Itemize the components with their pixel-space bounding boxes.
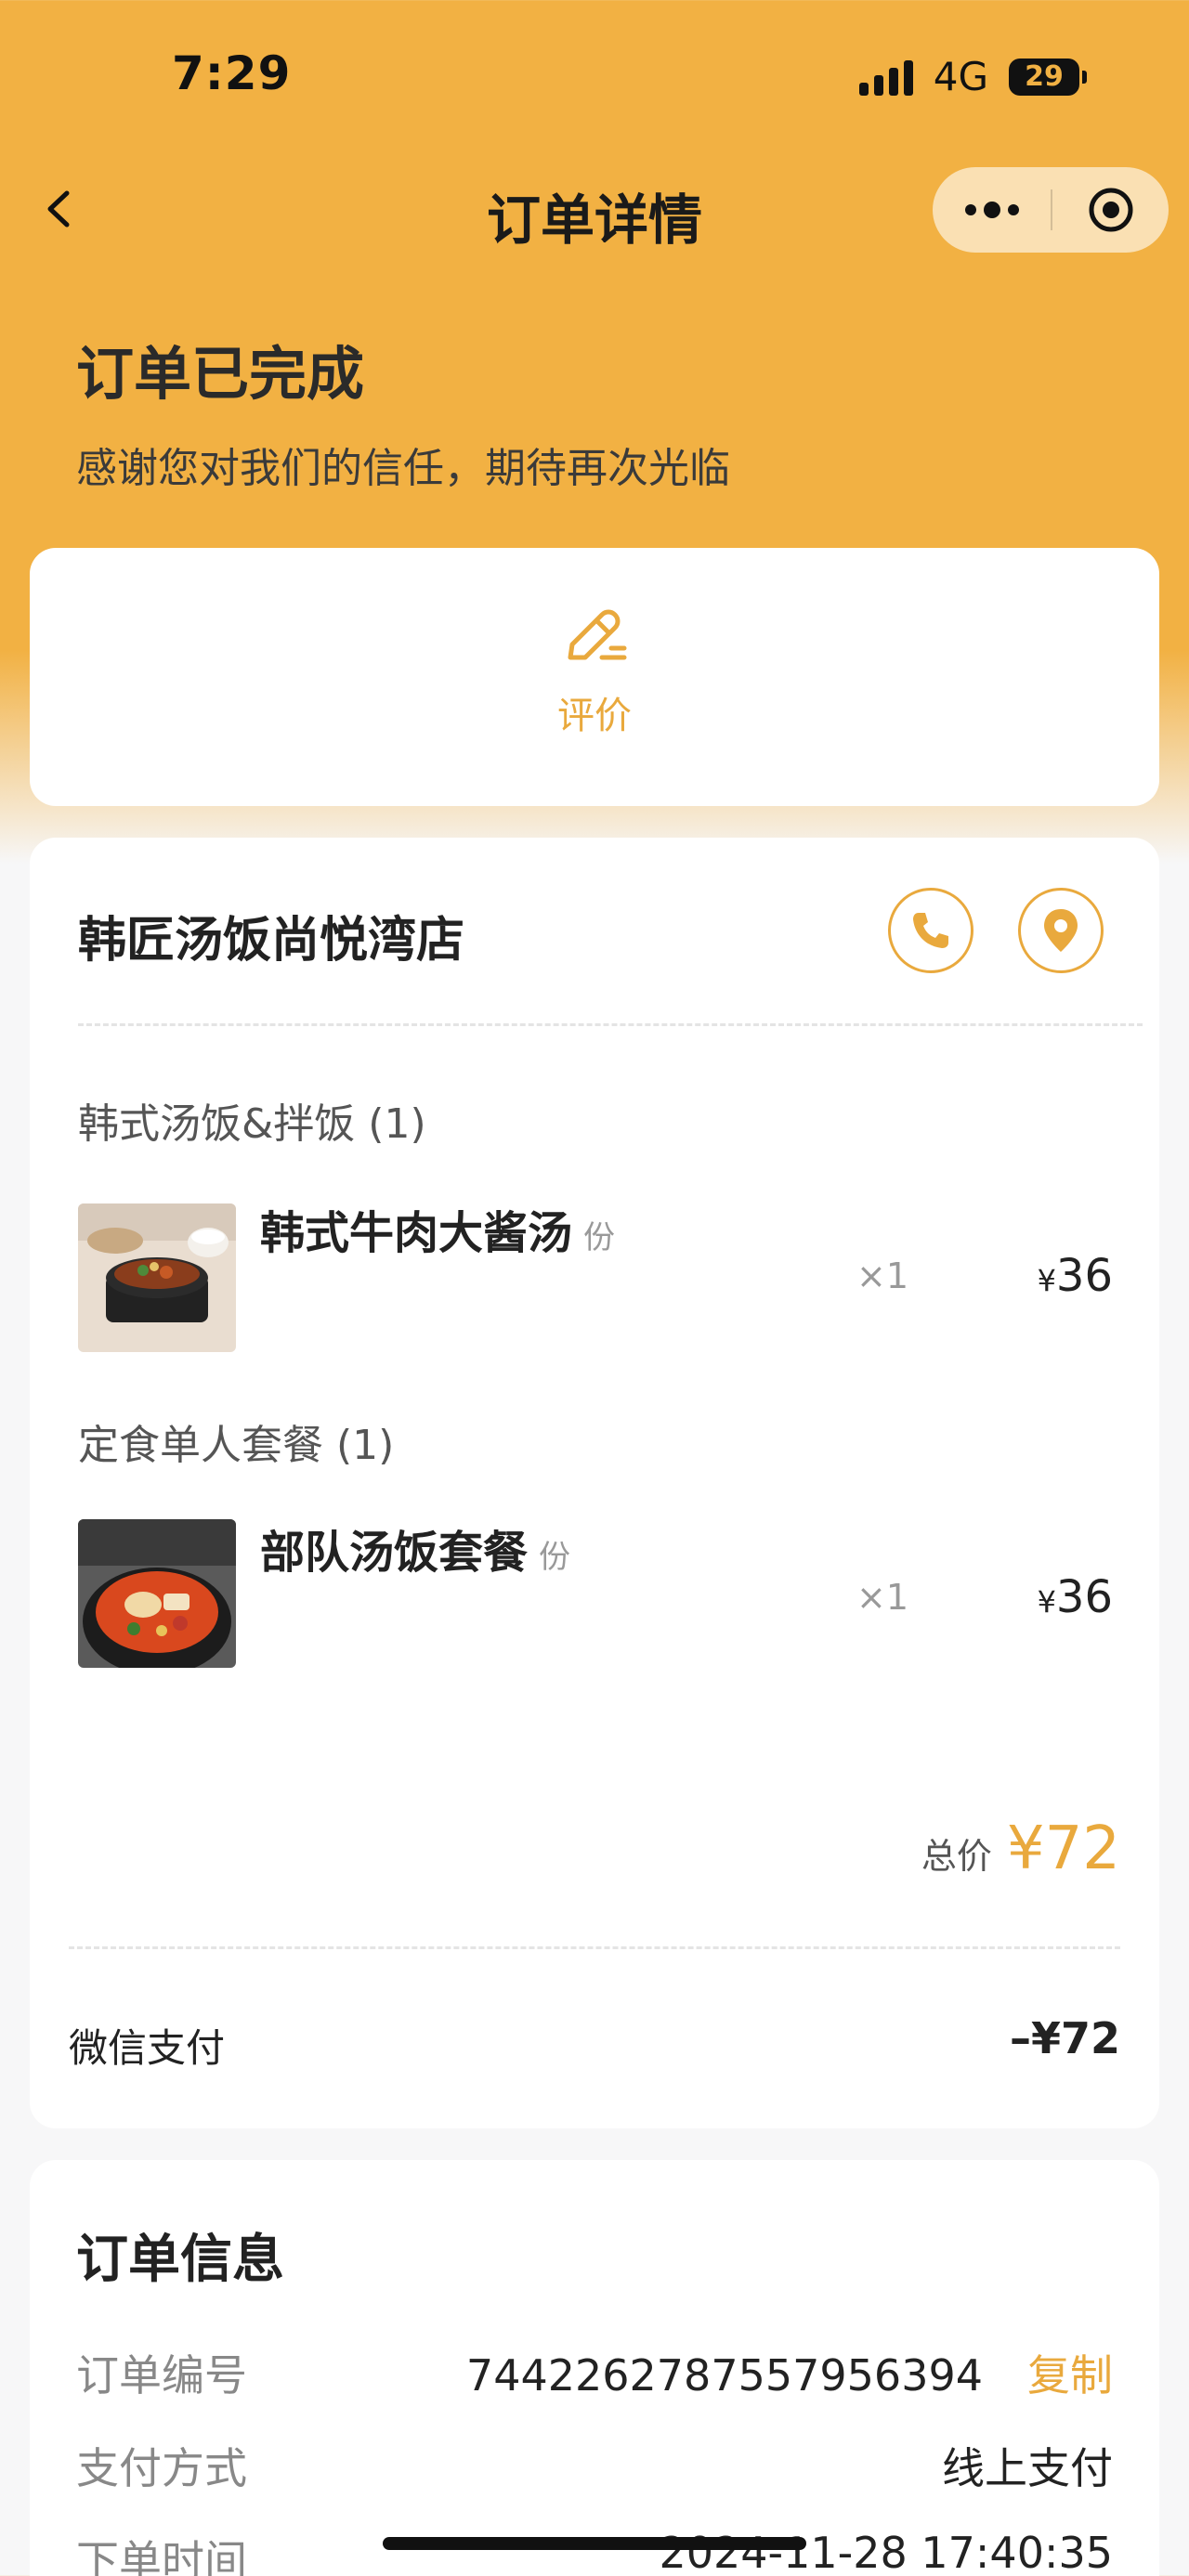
divider: [69, 1946, 1120, 1949]
category-label: 定食单人套餐 (1): [78, 1422, 395, 1469]
location-pin-icon: [1044, 909, 1078, 952]
store-name[interactable]: 韩匠汤饭尚悦湾店: [78, 901, 464, 970]
dish-price: ¥36: [1038, 1571, 1113, 1623]
edit-pen-icon: [568, 609, 627, 660]
more-dots-icon[interactable]: [933, 167, 1051, 253]
currency-symbol: ¥: [1037, 1584, 1056, 1620]
order-status-subtitle: 感谢您对我们的信任，期待再次光临: [76, 445, 730, 492]
category-label: 韩式汤饭&拌饭 (1): [78, 1100, 426, 1148]
review-button[interactable]: 评价: [30, 604, 1159, 739]
review-label: 评价: [557, 695, 632, 737]
total-row: 总价 ¥72: [921, 1815, 1120, 1883]
battery-icon: 29: [1009, 58, 1087, 96]
currency-symbol: ¥: [1037, 1263, 1056, 1298]
dish-unit: 份: [539, 1539, 571, 1576]
dish-quantity: ×1: [856, 1255, 909, 1296]
payment-method-label: 微信支付: [69, 2025, 226, 2071]
status-time: 7:29: [172, 46, 292, 100]
phone-icon: [913, 913, 948, 948]
store-location-button[interactable]: [1018, 888, 1104, 973]
order-number-row: 7442262787557956394 复制: [466, 2342, 1113, 2403]
order-time-label: 下单时间: [76, 2536, 247, 2576]
order-info-card: 订单信息 订单编号 7442262787557956394 复制 支付方式 线上支…: [30, 2160, 1159, 2576]
dish-image-beef-soybean-soup: [78, 1203, 236, 1352]
total-value: ¥72: [1006, 1815, 1120, 1883]
dish-name[interactable]: 韩式牛肉大酱汤份: [260, 1196, 615, 1261]
target-circle-icon[interactable]: [1052, 167, 1169, 253]
call-store-button[interactable]: [888, 888, 973, 973]
dish-quantity: ×1: [856, 1577, 909, 1618]
network-type: 4G: [933, 54, 988, 99]
home-indicator[interactable]: [383, 2537, 806, 2550]
total-label: 总价: [921, 1836, 992, 1877]
divider: [78, 1023, 1143, 1026]
status-bar: 7:29 4G 29: [0, 0, 1189, 158]
review-card: 评价: [30, 548, 1159, 806]
order-status-title: 订单已完成: [76, 340, 365, 408]
dish-name-text: 韩式牛肉大酱汤: [260, 1207, 573, 1259]
dish-price-value: 36: [1055, 1250, 1113, 1302]
order-info-title: 订单信息: [76, 2230, 284, 2290]
status-indicators: 4G 29: [858, 54, 1087, 99]
dish-price: ¥36: [1038, 1250, 1113, 1302]
dish-price-value: 36: [1055, 1571, 1113, 1623]
mini-program-capsule: [933, 167, 1169, 253]
payment-type-value: 线上支付: [942, 2443, 1113, 2493]
nav-bar: 订单详情: [0, 158, 1189, 260]
store-card: 韩匠汤饭尚悦湾店 韩式汤饭&拌饭 (1) 韩式牛肉大酱汤份 ×1 ¥36 定食单…: [30, 838, 1159, 2128]
dish-name-text: 部队汤饭套餐: [260, 1527, 529, 1579]
order-time-value: 2024-11-28 17:40:35: [659, 2528, 1113, 2576]
dish-image-army-stew: [78, 1519, 236, 1668]
payment-amount: –¥72: [1009, 2013, 1120, 2063]
dish-unit: 份: [583, 1219, 616, 1256]
payment-type-label: 支付方式: [76, 2443, 247, 2493]
battery-level: 29: [1009, 58, 1079, 96]
copy-button[interactable]: 复制: [1027, 2350, 1113, 2400]
dish-name[interactable]: 部队汤饭套餐份: [260, 1516, 570, 1581]
order-number-value: 7442262787557956394: [465, 2350, 983, 2400]
signal-icon: [858, 59, 913, 96]
order-number-label: 订单编号: [76, 2350, 247, 2400]
